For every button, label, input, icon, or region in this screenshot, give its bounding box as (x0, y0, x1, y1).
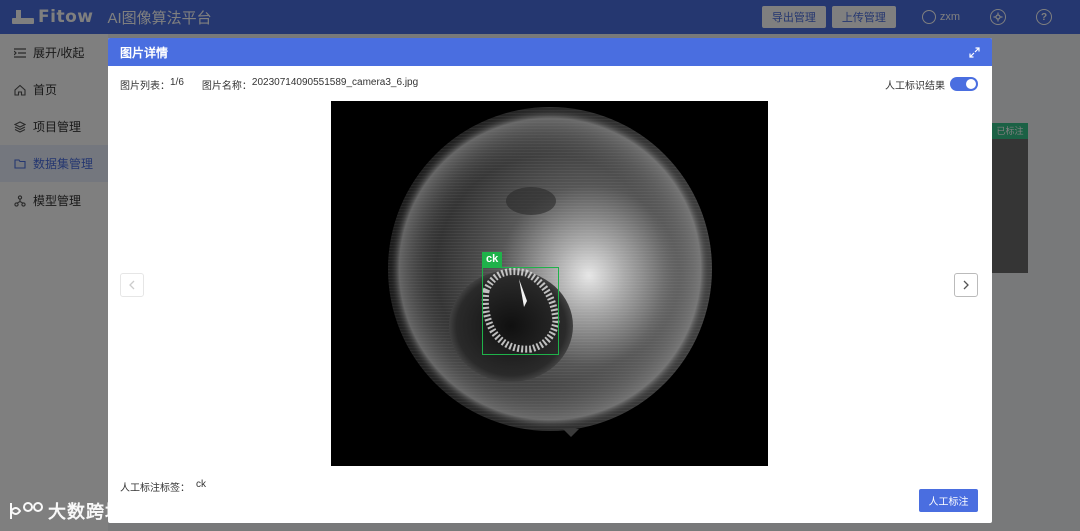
chevron-right-icon (963, 280, 969, 290)
next-image-button[interactable] (954, 273, 978, 297)
annotation-label: ck (482, 252, 503, 267)
manual-tag-row: 人工标注标签： ck (120, 479, 206, 494)
manual-result-toggle[interactable] (950, 77, 978, 91)
chevron-left-icon (129, 280, 135, 290)
image-list-info: 图片列表： 1/6 (120, 77, 184, 92)
modal-header: 图片详情 (108, 38, 992, 66)
image-info-row: 图片列表： 1/6 图片名称： 20230714090551589_camera… (120, 77, 978, 92)
inspection-image: ck (331, 101, 768, 466)
manual-annotate-button[interactable]: 人工标注 (919, 489, 978, 512)
image-list-value: 1/6 (170, 76, 184, 88)
expand-icon[interactable] (968, 46, 980, 58)
modal-title: 图片详情 (120, 45, 169, 60)
image-name-info: 图片名称： 20230714090551589_camera3_6.jpg (202, 77, 418, 92)
manual-tag-value: ck (196, 479, 206, 490)
image-name-label: 图片名称： (201, 80, 252, 92)
annotation-box[interactable] (482, 267, 559, 355)
toggle-label: 人工标识结果 (885, 80, 945, 92)
image-name-value: 20230714090551589_camera3_6.jpg (251, 76, 419, 88)
manual-result-toggle-group: 人工标识结果 (885, 77, 978, 92)
prev-image-button[interactable] (120, 273, 144, 297)
manual-tag-label: 人工标注标签： (120, 483, 190, 494)
image-list-label: 图片列表： (120, 80, 170, 92)
watermark: 大数跨境 (8, 498, 124, 524)
watermark-logo-icon (10, 502, 43, 519)
watermark-text: 大数跨境 (48, 502, 124, 523)
image-detail-modal: 图片详情 图片列表： 1/6 图片名称： 20230714090551589_c… (108, 38, 992, 523)
